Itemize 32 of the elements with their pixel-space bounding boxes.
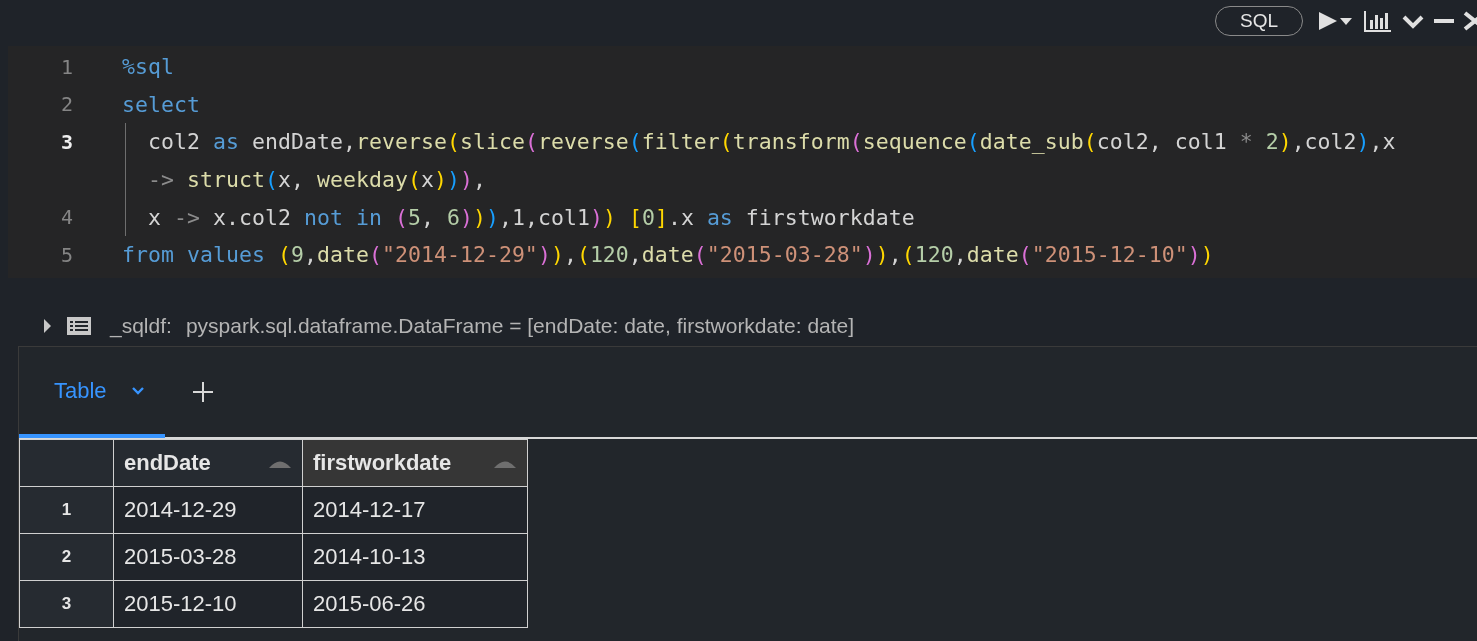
row-number: 1 <box>19 486 114 534</box>
close-icon[interactable] <box>1463 9 1477 33</box>
add-icon[interactable] <box>192 381 213 402</box>
row-number: 3 <box>19 580 114 628</box>
table-cell: 2015-12-10 <box>113 580 303 628</box>
table-cell: 2014-12-29 <box>113 486 303 534</box>
line-number: 3 <box>59 130 74 154</box>
bar-chart-icon[interactable] <box>1363 9 1393 33</box>
code-line: from values (9,date("2014-12-29")),(120,date("2015-03-28")),(120,date("2015-12-10")) <box>122 242 1214 268</box>
column-header[interactable]: endDate <box>113 439 303 487</box>
line-number: 1 <box>59 54 74 79</box>
table-cell: 2015-06-26 <box>302 580 528 628</box>
code-editor[interactable] <box>8 46 1477 278</box>
caret-right-icon[interactable] <box>42 318 52 333</box>
line-number: 2 <box>59 92 74 117</box>
table-icon <box>66 315 92 336</box>
code-line: select <box>122 91 200 117</box>
run-icon[interactable] <box>1317 9 1355 33</box>
chevron-down-icon[interactable] <box>130 385 145 396</box>
line-number: 4 <box>59 205 74 230</box>
code-line: %sql <box>122 54 174 80</box>
row-number: 2 <box>19 533 114 581</box>
code-line: x -> x.col2 not in (5, 6))),1,col1)) [0].x as firstworkdate <box>148 204 915 230</box>
table-cell: 2014-12-17 <box>302 486 528 534</box>
code-line: -> struct(x, weekday(x))), <box>148 167 486 193</box>
column-header[interactable]: firstworkdate <box>302 439 528 487</box>
table-cell: 2015-03-28 <box>113 533 303 581</box>
line-number: 5 <box>59 242 74 267</box>
dataframe-schema: pyspark.sql.dataframe.DataFrame = [endDate: date, firstworkdate: date] <box>185 313 855 338</box>
code-line: col2 as endDate,reverse(slice(reverse(filter(transform(sequence(date_sub(col2, col1 * 2),col2),x <box>148 129 1396 155</box>
table-cell: 2014-10-13 <box>302 533 528 581</box>
variable-name: _sqldf: <box>110 313 172 338</box>
